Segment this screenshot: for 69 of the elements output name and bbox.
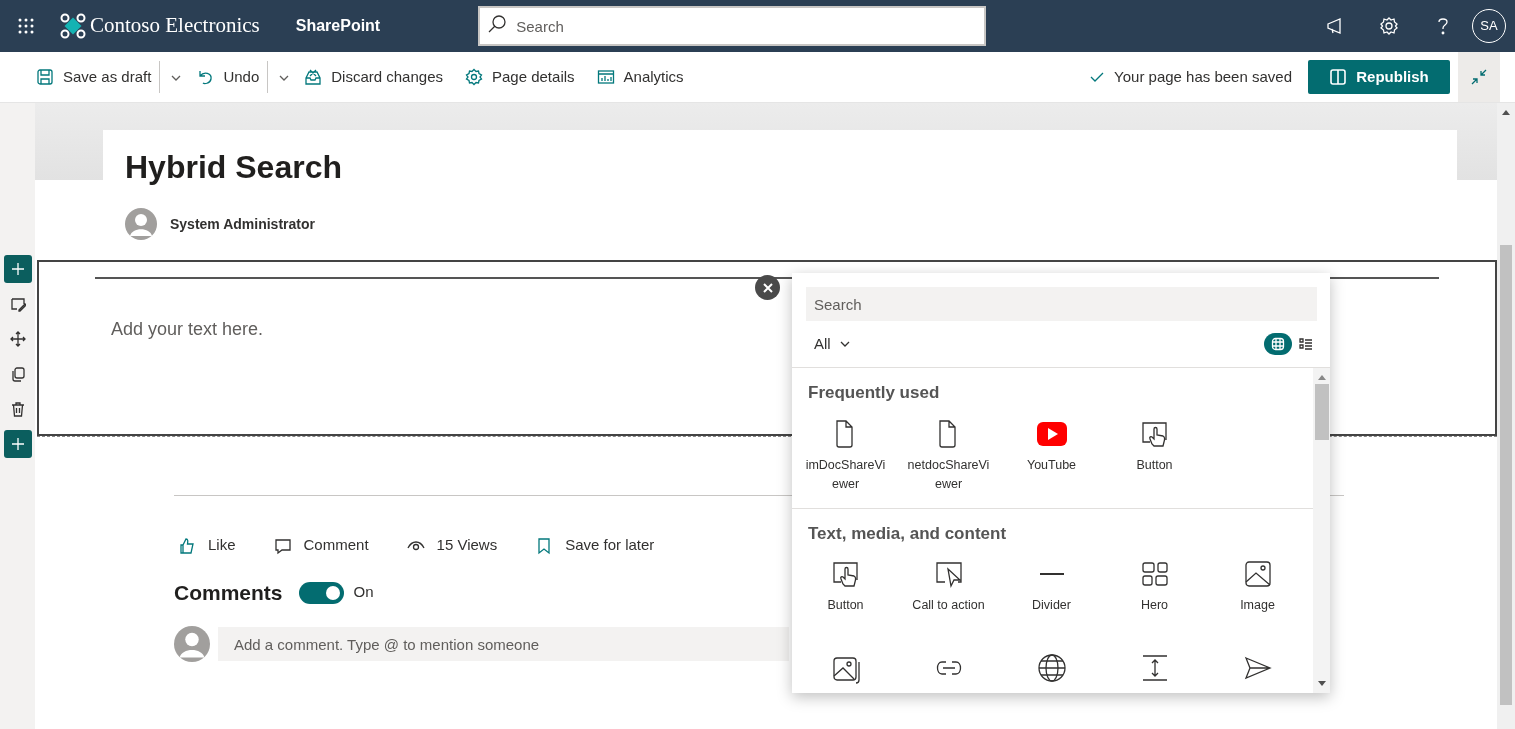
list-view-icon <box>1299 337 1313 351</box>
copy-icon <box>9 366 26 382</box>
scrollbar[interactable] <box>1497 103 1515 729</box>
user-avatar[interactable]: SA <box>1472 9 1506 43</box>
discard-icon <box>304 68 323 86</box>
text-placeholder[interactable]: Add your text here. <box>111 316 264 344</box>
logo-icon <box>60 13 86 39</box>
delete-icon <box>9 401 26 417</box>
web-part-tile[interactable]: Hero <box>1103 552 1206 646</box>
web-part-tile[interactable]: Button <box>794 552 897 646</box>
social-action[interactable]: Save for later <box>531 534 659 557</box>
scroll-thumb[interactable] <box>1500 245 1512 705</box>
edit-icon <box>9 296 26 312</box>
toggle-state: On <box>353 582 374 603</box>
web-part-tile[interactable]: netdocShareViewer <box>897 411 1000 506</box>
picker-search-field[interactable]: Search <box>806 287 1317 321</box>
save-icon <box>36 68 54 86</box>
settings-icon <box>1379 16 1399 36</box>
scroll-thumb[interactable] <box>1314 384 1329 440</box>
globe-icon <box>1035 652 1068 684</box>
command-button[interactable]: Undo <box>190 59 266 95</box>
command-button[interactable]: Analytics <box>590 59 690 95</box>
grid-view-icon <box>1271 337 1285 351</box>
scroll-down-icon <box>1317 681 1326 687</box>
republish-button[interactable]: Republish <box>1308 60 1450 94</box>
social-action[interactable]: Like <box>174 534 240 557</box>
web-part-tile[interactable]: YouTube <box>1000 411 1103 506</box>
web-part-tile[interactable]: Divider <box>1000 552 1103 646</box>
section-heading: Frequently used <box>808 382 941 404</box>
web-part-tile[interactable]: Button <box>1103 411 1206 506</box>
social-action[interactable]: 15 Views <box>402 534 502 557</box>
add-button[interactable] <box>3 255 32 283</box>
add-icon <box>9 261 26 277</box>
save-status: Your page has been saved <box>1114 66 1292 87</box>
section-heading: Text, media, and content <box>808 522 1008 545</box>
web-part-tile[interactable]: Image <box>1206 552 1309 646</box>
like-icon <box>178 536 196 555</box>
command-button[interactable]: Discard changes <box>298 59 449 95</box>
person-icon <box>174 626 210 663</box>
move-icon <box>9 331 26 347</box>
gear-icon <box>465 68 483 86</box>
close-icon <box>762 282 773 293</box>
collapse-icon <box>1470 68 1488 86</box>
page-title: Hybrid Search <box>125 148 343 187</box>
comment-field[interactable]: Add a comment. Type @ to mention someone <box>218 627 789 662</box>
scroll-up-icon <box>1317 374 1326 380</box>
waffle-icon <box>18 18 34 34</box>
web-part-tile[interactable]: Call to action <box>897 552 1000 646</box>
add-icon <box>9 436 26 452</box>
command-button[interactable]: Save as draft <box>30 59 158 95</box>
line-icon <box>1039 573 1064 575</box>
comment-icon <box>273 536 292 555</box>
social-action[interactable]: Comment <box>269 534 373 557</box>
comments-heading: Comments <box>174 579 283 606</box>
web-part-tile[interactable]: imDocShareViewer <box>794 411 897 506</box>
command-button[interactable]: Page details <box>459 59 581 95</box>
brand-name: Contoso Electronics <box>90 12 260 40</box>
grid-view-button[interactable] <box>1264 333 1292 355</box>
chart-icon <box>596 68 615 86</box>
add-button[interactable] <box>3 430 32 458</box>
filter-dropdown[interactable]: All <box>806 332 859 356</box>
author-name: System Administrator <box>170 214 315 234</box>
picker-scrollbar[interactable] <box>1313 368 1330 693</box>
scroll-up-icon <box>1502 109 1510 115</box>
book-icon <box>1329 68 1348 86</box>
search-field[interactable]: Search <box>478 6 987 46</box>
comments-toggle[interactable] <box>298 581 344 604</box>
undo-icon <box>196 68 215 86</box>
site-name[interactable]: SharePoint <box>295 14 381 38</box>
